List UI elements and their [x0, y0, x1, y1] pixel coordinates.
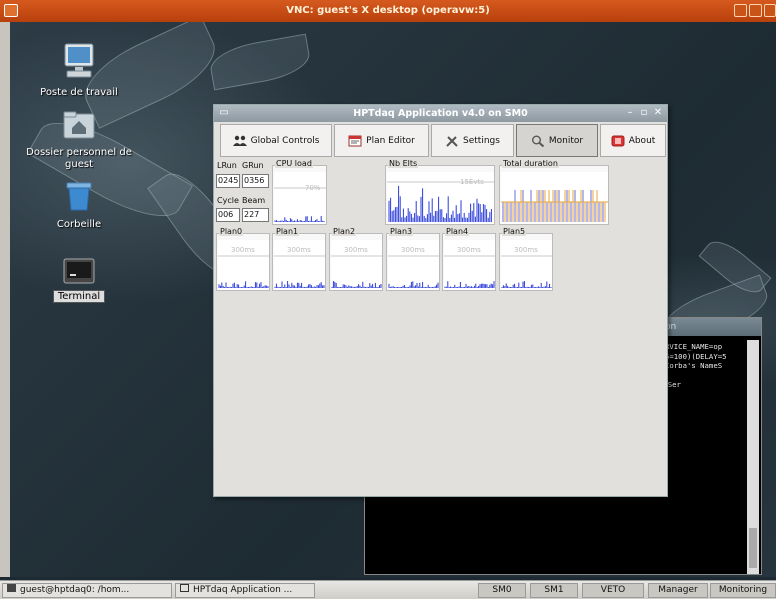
tab-global-controls[interactable]: Global Controls: [220, 124, 332, 157]
plan-title: Plan2: [332, 227, 357, 236]
terminal-scroll-thumb[interactable]: [749, 528, 757, 568]
desktop-icon-label: Corbeille: [56, 219, 102, 230]
calendar-icon: [348, 135, 362, 146]
hptdaq-window[interactable]: HPTdaq Application v4.0 on SM0 ▭ – ▫ ✕ G…: [213, 104, 668, 497]
desktop-icon-home[interactable]: Dossier personnel de guest: [24, 110, 134, 171]
window-menu-icon[interactable]: [4, 4, 18, 17]
cpu-load-plot: [274, 172, 326, 224]
vnc-title: VNC: guest's X desktop (operavw:5): [286, 5, 490, 16]
terminal-icon: [7, 584, 16, 592]
task-label: guest@hptdaq0: /hom...: [20, 585, 130, 595]
plan-threshold-label: 300ms: [457, 246, 481, 254]
taskbar: guest@hptdaq0: /hom... HPTdaq Applicatio…: [0, 580, 776, 599]
host-window-edge: [0, 22, 10, 577]
wallpaper-leaf: [207, 33, 313, 91]
desktop-icon-terminal[interactable]: Terminal: [24, 258, 134, 303]
plan-title: Plan1: [275, 227, 300, 236]
workspace-manager[interactable]: Manager: [648, 583, 708, 598]
desktop-icon-label: Dossier personnel de guest: [26, 147, 132, 170]
tab-bar: Global Controls Plan Editor Settings Mon…: [218, 124, 667, 157]
cpu-load-panel: CPU load 70%: [272, 159, 327, 225]
cycle-label: Cycle: [217, 196, 239, 205]
app-title-bar[interactable]: HPTdaq Application v4.0 on SM0: [214, 105, 667, 122]
grun-label: GRun: [242, 161, 264, 170]
tab-about[interactable]: About: [600, 124, 666, 157]
vnc-title-bar[interactable]: VNC: guest's X desktop (operavw:5): [0, 0, 776, 22]
desktop-icon-label: Poste de travail: [40, 87, 118, 98]
app-title: HPTdaq Application v4.0 on SM0: [353, 108, 528, 119]
tab-label: Settings: [463, 135, 500, 146]
magnifier-icon: [531, 135, 545, 147]
grun-field[interactable]: 0356: [242, 174, 269, 188]
tab-plan-editor[interactable]: Plan Editor: [334, 124, 429, 157]
plan-panel-0: Plan0 300ms: [216, 227, 270, 291]
tools-icon: [446, 135, 458, 147]
plan-panel-4: Plan4 300ms: [442, 227, 496, 291]
lrun-label: LRun: [217, 161, 237, 170]
tab-label: About: [628, 135, 656, 146]
close-icon[interactable]: ✕: [652, 107, 664, 119]
minimize-icon[interactable]: –: [624, 107, 636, 119]
desktop-icon-trash[interactable]: Corbeille: [24, 180, 134, 231]
window-icon: [180, 584, 189, 592]
task-label: HPTdaq Application ...: [193, 585, 293, 595]
cpu-threshold-label: 70%: [305, 184, 321, 192]
total-duration-panel: Total duration: [499, 159, 609, 225]
nb-elts-threshold-label: 15Evts: [460, 178, 484, 186]
terminal-icon: [63, 258, 95, 284]
minimize-icon[interactable]: [734, 4, 747, 17]
plan-title: Plan3: [389, 227, 414, 236]
workspace-veto[interactable]: VETO: [582, 583, 644, 598]
plan-panel-3: Plan3 300ms: [386, 227, 440, 291]
lrun-field[interactable]: 0245: [216, 174, 240, 188]
desktop-icon-label: Terminal: [24, 290, 134, 303]
plan-title: Plan4: [445, 227, 470, 236]
workspace-sm0[interactable]: SM0: [478, 583, 526, 598]
desktop-icon-computer[interactable]: Poste de travail: [24, 42, 134, 99]
plan-title: Plan0: [219, 227, 244, 236]
plan-panel-1: Plan1 300ms: [272, 227, 326, 291]
nb-elts-title: Nb Elts: [388, 159, 419, 168]
tab-label: Monitor: [548, 135, 584, 146]
cycle-field[interactable]: 006: [216, 208, 240, 222]
plan-title: Plan5: [502, 227, 527, 236]
plan-threshold-label: 300ms: [401, 246, 425, 254]
window-menu-icon[interactable]: ▭: [218, 107, 230, 119]
trash-icon: [66, 182, 92, 211]
plan-panel-2: Plan2 300ms: [329, 227, 383, 291]
home-folder-icon: [63, 111, 95, 139]
plan-threshold-label: 300ms: [287, 246, 311, 254]
terminal-label: Terminal: [52, 290, 106, 303]
close-icon[interactable]: [764, 4, 776, 17]
workspace-sm1[interactable]: SM1: [530, 583, 578, 598]
total-duration-title: Total duration: [502, 159, 559, 168]
tab-settings[interactable]: Settings: [431, 124, 514, 157]
beam-field[interactable]: 227: [242, 208, 269, 222]
info-icon: [611, 135, 625, 146]
computer-icon: [64, 43, 94, 78]
tab-label: Plan Editor: [366, 135, 415, 146]
maximize-icon[interactable]: ▫: [638, 107, 650, 119]
task-terminal[interactable]: guest@hptdaq0: /hom...: [2, 583, 172, 598]
total-duration-plot: [501, 172, 608, 224]
nb-elts-panel: Nb Elts 15Evts: [385, 159, 495, 225]
tab-monitor[interactable]: Monitor: [516, 124, 598, 157]
beam-label: Beam: [242, 196, 266, 205]
cpu-load-title: CPU load: [275, 159, 313, 168]
workspace-monitoring[interactable]: Monitoring: [710, 583, 776, 598]
tab-label: Global Controls: [250, 135, 320, 146]
plan-threshold-label: 300ms: [514, 246, 538, 254]
maximize-icon[interactable]: [749, 4, 762, 17]
plan-panel-5: Plan5 300ms: [499, 227, 553, 291]
plan-threshold-label: 300ms: [231, 246, 255, 254]
plan-threshold-label: 300ms: [344, 246, 368, 254]
task-hptdaq[interactable]: HPTdaq Application ...: [175, 583, 315, 598]
people-icon: [232, 135, 247, 146]
